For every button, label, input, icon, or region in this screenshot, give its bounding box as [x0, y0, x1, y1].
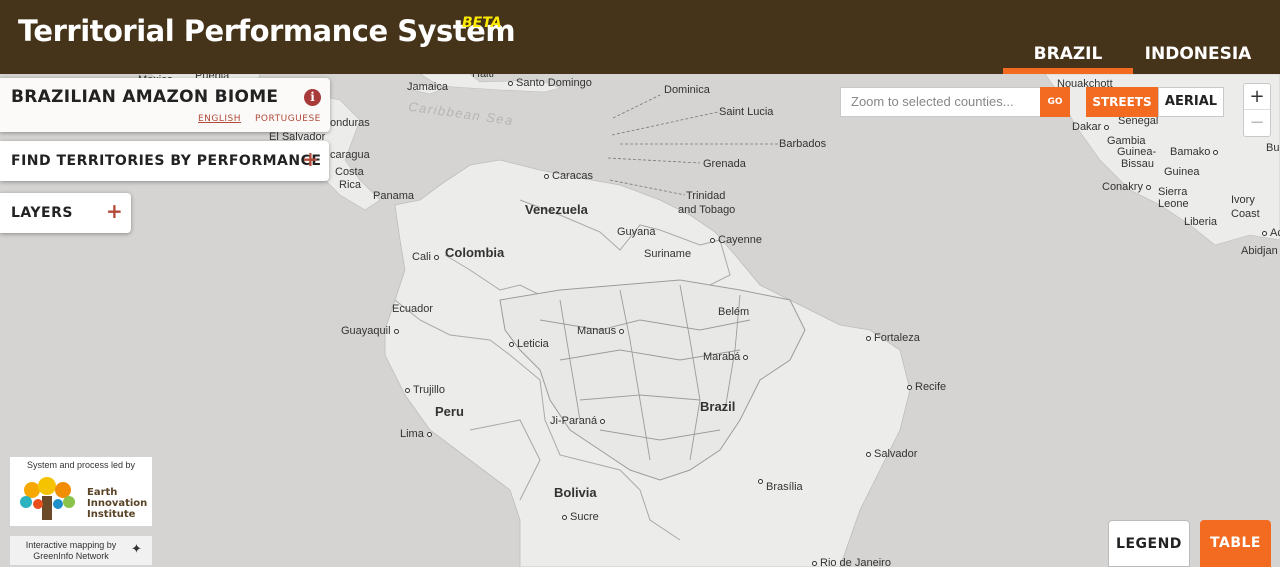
language-portuguese-link[interactable]: PORTUGUESE	[255, 114, 321, 124]
eii-credit[interactable]: System and process led by Earth Innovati…	[10, 457, 152, 526]
label-dominica: Dominica	[664, 84, 710, 96]
led-by-text: System and process led by	[26, 460, 136, 470]
label-recife: Recife	[907, 381, 946, 393]
language-english-link[interactable]: ENGLISH	[198, 114, 241, 124]
label-costa-rica-1: Costa	[335, 166, 364, 178]
label-ji-parana: Ji-Paraná	[550, 415, 606, 427]
label-ivory-1: Ivory	[1231, 194, 1255, 206]
go-button[interactable]: GO	[1040, 87, 1070, 117]
beta-badge: BETA	[462, 15, 502, 31]
label-salvador: Salvador	[866, 448, 917, 460]
label-trinidad-1: Trinidad	[686, 190, 726, 202]
label-sucre: Sucre	[562, 511, 599, 523]
label-nicaragua: caragua	[330, 149, 370, 161]
app-title: Territorial Performance System	[18, 14, 516, 48]
legend-button[interactable]: LEGEND	[1108, 520, 1190, 567]
label-ac: Ac	[1262, 227, 1280, 239]
find-territories-panel[interactable]: FIND TERRITORIES BY PERFORMANCE +	[0, 141, 329, 181]
eii-name: Earth Innovation Institute	[87, 487, 148, 520]
label-liberia: Liberia	[1184, 216, 1218, 228]
eii-logo-icon	[20, 477, 75, 520]
county-search-input[interactable]: Zoom to selected counties...	[840, 87, 1041, 117]
label-saint-lucia: Saint Lucia	[719, 106, 774, 118]
label-guinea: Guinea	[1164, 166, 1200, 178]
label-abidjan: Abidjan	[1241, 245, 1278, 257]
label-manaus: Manaus	[577, 325, 625, 337]
label-barbados: Barbados	[779, 138, 827, 150]
label-rio: Rio de Janeiro	[812, 557, 891, 567]
label-peru: Peru	[435, 404, 464, 419]
label-belem: Belém	[718, 306, 750, 318]
zoom-control: + −	[1243, 83, 1271, 137]
layers-label: LAYERS	[11, 205, 73, 221]
label-guinea-bissau-1: Guinea-	[1117, 146, 1157, 158]
label-honduras: onduras	[330, 117, 370, 129]
label-cali: Cali	[412, 251, 439, 263]
label-guayaquil: Guayaquil	[341, 325, 399, 337]
label-caracas: Caracas	[544, 170, 593, 182]
biome-title: BRAZILIAN AMAZON BIOME	[11, 87, 279, 107]
label-brazil: Brazil	[700, 399, 736, 414]
label-trujillo: Trujillo	[405, 384, 445, 396]
label-bu: Bu	[1266, 142, 1280, 154]
label-panama: Panama	[373, 190, 414, 202]
greeninfo-credit[interactable]: Interactive mapping by GreenInfo Network…	[10, 536, 152, 565]
label-colombia: Colombia	[445, 245, 505, 260]
greeninfo-icon: ✦	[131, 542, 142, 557]
expand-plus-icon[interactable]: +	[302, 147, 319, 171]
label-venezuela: Venezuela	[525, 202, 588, 217]
streets-button[interactable]: STREETS	[1086, 87, 1158, 117]
header: Territorial Performance System BETA BRAZ…	[0, 0, 1280, 74]
label-costa-rica-2: Rica	[339, 179, 362, 191]
tab-brazil[interactable]: BRAZIL	[1003, 44, 1133, 64]
tab-indonesia[interactable]: INDONESIA	[1133, 44, 1263, 64]
label-fortaleza: Fortaleza	[866, 332, 920, 344]
label-cayenne: Cayenne	[710, 234, 762, 246]
greeninfo-text: Interactive mapping by GreenInfo Network	[25, 540, 117, 561]
label-trinidad-2: and Tobago	[678, 204, 736, 216]
label-bamako: Bamako	[1170, 146, 1219, 158]
label-brasilia	[758, 475, 766, 487]
label-guyana: Guyana	[617, 226, 656, 238]
label-bolivia: Bolivia	[554, 485, 597, 500]
label-jamaica: Jamaica	[407, 81, 448, 93]
label-santo-domingo: Santo Domingo	[508, 77, 592, 89]
label-sierra-2: Leone	[1158, 198, 1189, 210]
label-dakar: Dakar	[1072, 121, 1110, 133]
label-lima: Lima	[400, 428, 432, 440]
label-brasilia-text: Brasília	[766, 481, 803, 493]
label-maraba: Marabá	[703, 351, 749, 363]
label-leticia: Leticia	[509, 338, 549, 350]
label-sierra-1: Sierra	[1158, 186, 1188, 198]
label-suriname: Suriname	[644, 248, 692, 260]
active-tab-indicator	[1003, 68, 1133, 74]
zoom-out-button[interactable]: −	[1244, 110, 1270, 136]
layers-panel[interactable]: LAYERS +	[0, 193, 131, 233]
label-ivory-2: Coast	[1231, 208, 1260, 220]
info-icon[interactable]: i	[304, 89, 321, 106]
find-territories-label: FIND TERRITORIES BY PERFORMANCE	[11, 153, 322, 169]
label-conakry: Conakry	[1102, 181, 1151, 193]
label-ecuador: Ecuador	[392, 303, 433, 315]
label-guinea-bissau-2: Bissau	[1121, 158, 1155, 170]
layers-plus-icon[interactable]: +	[106, 199, 123, 223]
label-grenada: Grenada	[703, 158, 746, 170]
table-button[interactable]: TABLE	[1200, 520, 1271, 567]
zoom-in-button[interactable]: +	[1244, 84, 1270, 110]
aerial-button[interactable]: AERIAL	[1158, 87, 1224, 117]
